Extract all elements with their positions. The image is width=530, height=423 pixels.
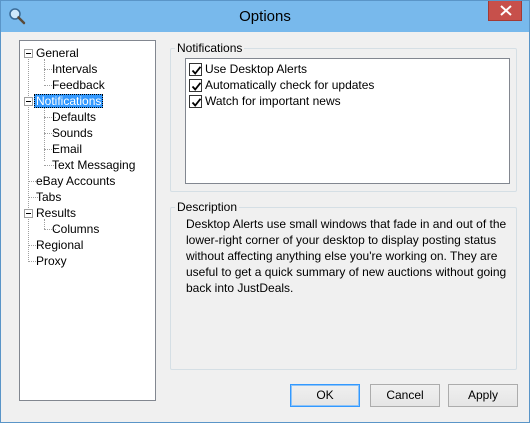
tree-item-results[interactable]: Results <box>34 205 78 221</box>
window-title: Options <box>239 8 291 25</box>
options-window: Options General Intervals Feedback Notif… <box>0 0 530 423</box>
tree-item-email[interactable]: Email <box>50 141 84 157</box>
results-collapse-toggle[interactable] <box>24 209 33 218</box>
checkbox[interactable] <box>189 79 202 92</box>
tree-item-regional[interactable]: Regional <box>34 237 85 253</box>
tree-item-notifications[interactable]: Notifications <box>34 93 104 109</box>
checkbox[interactable] <box>189 63 202 76</box>
checkmark-icon <box>191 82 202 91</box>
notifications-checklist[interactable]: Use Desktop Alerts Automatically check f… <box>185 58 510 184</box>
tree-item-ebay-accounts[interactable]: eBay Accounts <box>34 173 117 189</box>
apply-button[interactable]: Apply <box>448 384 518 407</box>
notifications-collapse-toggle[interactable] <box>24 97 33 106</box>
tree-item-columns[interactable]: Columns <box>50 221 101 237</box>
cancel-button[interactable]: Cancel <box>370 384 440 407</box>
dialog-body: General Intervals Feedback Notifications… <box>8 32 522 415</box>
checkmark-icon <box>191 66 202 75</box>
close-button[interactable] <box>488 1 522 21</box>
notifications-group-legend: Notifications <box>175 41 245 55</box>
tree-item-tabs[interactable]: Tabs <box>34 189 63 205</box>
tree-item-defaults[interactable]: Defaults <box>50 109 98 125</box>
tree-item-feedback[interactable]: Feedback <box>50 77 107 93</box>
checkbox[interactable] <box>189 95 202 108</box>
close-icon <box>500 5 512 16</box>
tree-item-general[interactable]: General <box>34 45 81 61</box>
description-text: Desktop Alerts use small windows that fa… <box>186 217 507 295</box>
general-collapse-toggle[interactable] <box>24 49 33 58</box>
options-tree[interactable]: General Intervals Feedback Notifications… <box>19 40 156 401</box>
ok-button[interactable]: OK <box>290 384 360 407</box>
checkmark-icon <box>191 98 202 107</box>
tree-item-sounds[interactable]: Sounds <box>50 125 95 141</box>
title-bar[interactable]: Options <box>1 1 529 32</box>
tree-item-proxy[interactable]: Proxy <box>34 253 69 269</box>
tree-item-text-messaging[interactable]: Text Messaging <box>50 157 137 173</box>
tree-item-intervals[interactable]: Intervals <box>50 61 99 77</box>
description-group-legend: Description <box>175 200 240 214</box>
